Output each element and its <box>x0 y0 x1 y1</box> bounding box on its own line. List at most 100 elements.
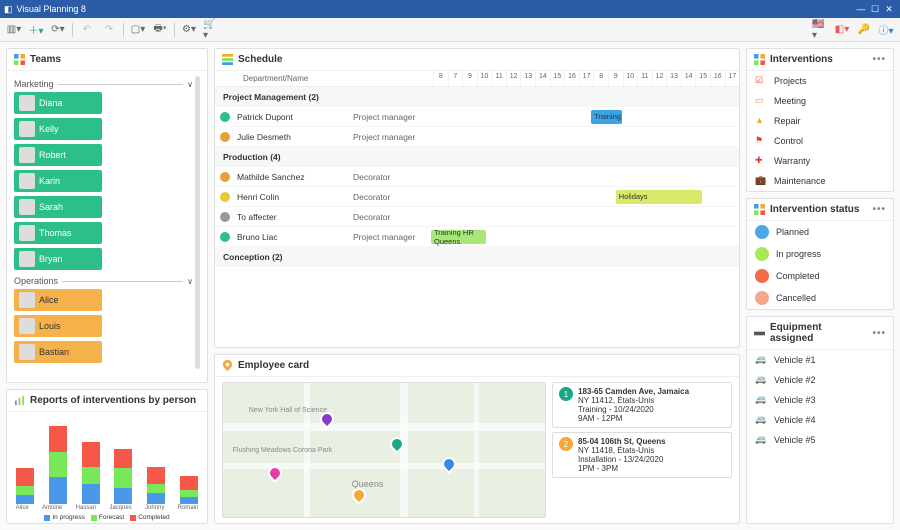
layout-dropdown-button[interactable]: ▥▾ <box>6 22 22 38</box>
team-member-card[interactable]: Thomas <box>14 222 102 244</box>
chart-segment <box>114 488 132 504</box>
schedule-row[interactable]: Henri ColinDecoratorHolidays <box>215 187 739 207</box>
intervention-label: Maintenance <box>774 176 826 186</box>
undo-button[interactable]: ↶ <box>79 22 95 38</box>
report-panel: Reports of interventions by person Alice… <box>6 389 208 524</box>
team-member-card[interactable]: Alice <box>14 289 102 311</box>
location-number-icon: 2 <box>559 437 573 451</box>
equipment-label: Vehicle #1 <box>774 355 816 365</box>
card-button[interactable]: ▢▾ <box>130 22 146 38</box>
equipment-item[interactable]: 🚐Vehicle #1 <box>747 350 893 370</box>
redo-button[interactable]: ↷ <box>101 22 117 38</box>
status-more-button[interactable]: ••• <box>872 204 886 215</box>
minimize-button[interactable]: — <box>854 4 868 14</box>
schedule-group-row[interactable]: Conception (2) <box>215 247 739 267</box>
status-item[interactable]: Cancelled <box>747 287 893 309</box>
schedule-row[interactable]: Bruno LiacProject managerTraining HR Que… <box>215 227 739 247</box>
equipment-item[interactable]: 🚐Vehicle #3 <box>747 390 893 410</box>
location-card[interactable]: 1183-65 Camden Ave, JamaicaNY 11412, Éta… <box>552 382 732 428</box>
intervention-item[interactable]: ⚑ Control <box>747 131 893 151</box>
time-tick: 11 <box>491 71 506 86</box>
intervention-label: Control <box>774 136 803 146</box>
location-time: 9AM - 12PM <box>578 414 689 423</box>
equipment-item[interactable]: 🚐Vehicle #4 <box>747 410 893 430</box>
team-member-card[interactable]: Kelly <box>14 118 102 140</box>
time-tick: 13 <box>666 71 681 86</box>
chart-bar <box>114 449 132 504</box>
teams-scrollbar[interactable] <box>195 76 200 369</box>
cart-button[interactable]: 🛒▾ <box>203 22 219 38</box>
chart-segment <box>114 449 132 469</box>
print-button[interactable]: 🖶▾ <box>152 22 168 38</box>
schedule-group-row[interactable]: Project Management (2) <box>215 87 739 107</box>
chart-category-label: Antoine <box>42 505 62 511</box>
equipment-item[interactable]: 🚐Vehicle #5 <box>747 430 893 450</box>
chart-segment <box>114 468 132 488</box>
row-name: Bruno Liac <box>235 232 353 242</box>
time-tick: 16 <box>564 71 579 86</box>
equipment-label: Vehicle #4 <box>774 415 816 425</box>
vehicle-icon: 🚐 <box>755 434 767 446</box>
schedule-row[interactable]: To affecterDecorator <box>215 207 739 227</box>
vehicle-icon: 🚐 <box>755 394 767 406</box>
row-role: Decorator <box>353 192 431 202</box>
schedule-bar[interactable]: Training HR Queens <box>431 230 486 244</box>
maximize-button[interactable]: ☐ <box>868 4 882 15</box>
team-group-header[interactable]: Operations∨ <box>14 276 193 286</box>
teams-title: Teams <box>30 54 61 65</box>
settings-button[interactable]: ⚙▾ <box>181 22 197 38</box>
schedule-bar[interactable]: Holidays <box>616 190 702 204</box>
schedule-row[interactable]: Patrick DupontProject managerTraining <box>215 107 739 127</box>
schedule-row[interactable]: Mathilde SanchezDecorator <box>215 167 739 187</box>
employee-map[interactable]: Queens New York Hall of Science Flushing… <box>222 382 546 518</box>
team-member-card[interactable]: Bastian <box>14 341 102 363</box>
row-role: Project manager <box>353 232 431 242</box>
chart-segment <box>49 426 67 453</box>
time-tick: 7 <box>448 71 463 86</box>
team-member-card[interactable]: Robert <box>14 144 102 166</box>
team-group-header[interactable]: Marketing∨ <box>14 79 193 89</box>
language-button[interactable]: 🇺🇸▾ <box>812 22 828 38</box>
location-card[interactable]: 285-04 106th St, QueensNY 11418, États-U… <box>552 432 732 478</box>
equipment-item[interactable]: 🚐Vehicle #2 <box>747 370 893 390</box>
status-icon <box>754 204 765 215</box>
key-button[interactable]: 🔑 <box>856 22 872 38</box>
intervention-item[interactable]: 💼Maintenance <box>747 171 893 191</box>
refresh-button[interactable]: ⟳▾ <box>50 22 66 38</box>
row-role: Project manager <box>353 112 431 122</box>
schedule-row[interactable]: Julie DesmethProject manager <box>215 127 739 147</box>
add-button[interactable]: ＋▾ <box>28 22 44 38</box>
equipment-more-button[interactable]: ••• <box>872 328 886 339</box>
schedule-group-row[interactable]: Production (4) <box>215 147 739 167</box>
team-member-card[interactable]: Diana <box>14 92 102 114</box>
team-member-card[interactable]: Sarah <box>14 196 102 218</box>
team-member-card[interactable]: Bryan <box>14 248 102 270</box>
intervention-item[interactable]: ▭Meeting <box>747 91 893 111</box>
intervention-item[interactable]: ▲Repair <box>747 111 893 131</box>
member-name: Alice <box>39 295 59 305</box>
palette-button[interactable]: ◧▾ <box>834 22 850 38</box>
equipment-title: Equipment assigned <box>770 322 868 344</box>
team-member-card[interactable]: Louis <box>14 315 102 337</box>
intervention-item[interactable]: ☑Projects <box>747 71 893 91</box>
chart-segment <box>147 484 165 493</box>
cone-icon: ▲ <box>755 115 767 127</box>
interventions-more-button[interactable]: ••• <box>872 54 886 65</box>
status-item[interactable]: Planned <box>747 221 893 243</box>
info-button[interactable]: ⓘ▾ <box>878 22 894 38</box>
legend-item: Forecast <box>91 514 124 521</box>
status-item[interactable]: In progress <box>747 243 893 265</box>
status-dot-icon <box>755 247 769 261</box>
time-tick: 17 <box>579 71 594 86</box>
intervention-item[interactable]: ✚Warranty <box>747 151 893 171</box>
team-member-card[interactable]: Karin <box>14 170 102 192</box>
flag-icon: ⚑ <box>755 135 767 147</box>
row-dot-icon <box>220 132 230 142</box>
status-dot-icon <box>755 225 769 239</box>
row-dot-icon <box>220 232 230 242</box>
status-item[interactable]: Completed <box>747 265 893 287</box>
close-button[interactable]: ✕ <box>882 4 896 15</box>
schedule-bar[interactable]: Training <box>591 110 622 124</box>
map-pin[interactable] <box>439 454 459 474</box>
avatar <box>19 121 35 137</box>
